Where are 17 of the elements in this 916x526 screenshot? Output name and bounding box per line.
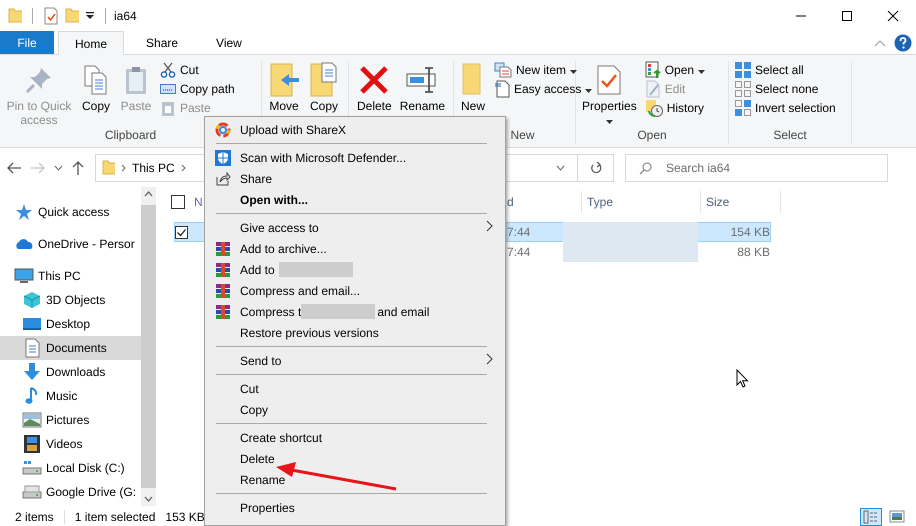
status-text: 2 items (15, 510, 54, 524)
group-label: Clipboard (104, 128, 156, 142)
column-header: d (507, 195, 514, 209)
group-label: Open (637, 128, 667, 142)
table-cell: 7:44 (507, 225, 530, 239)
group-label: Select (773, 128, 807, 142)
breadcrumb: This PC (132, 160, 175, 174)
group-label: New (510, 128, 534, 142)
window-title: ia64 (114, 8, 137, 22)
column-header: N (194, 195, 203, 209)
table-cell: 7:44 (507, 245, 530, 259)
column-header: Type (587, 195, 614, 209)
table-cell: 154 KB (730, 225, 770, 239)
column-header: Size (706, 195, 730, 209)
table-cell: 88 KB (737, 245, 770, 259)
status-text: 153 KB (165, 510, 205, 524)
status-text: 1 item selected (74, 510, 156, 524)
